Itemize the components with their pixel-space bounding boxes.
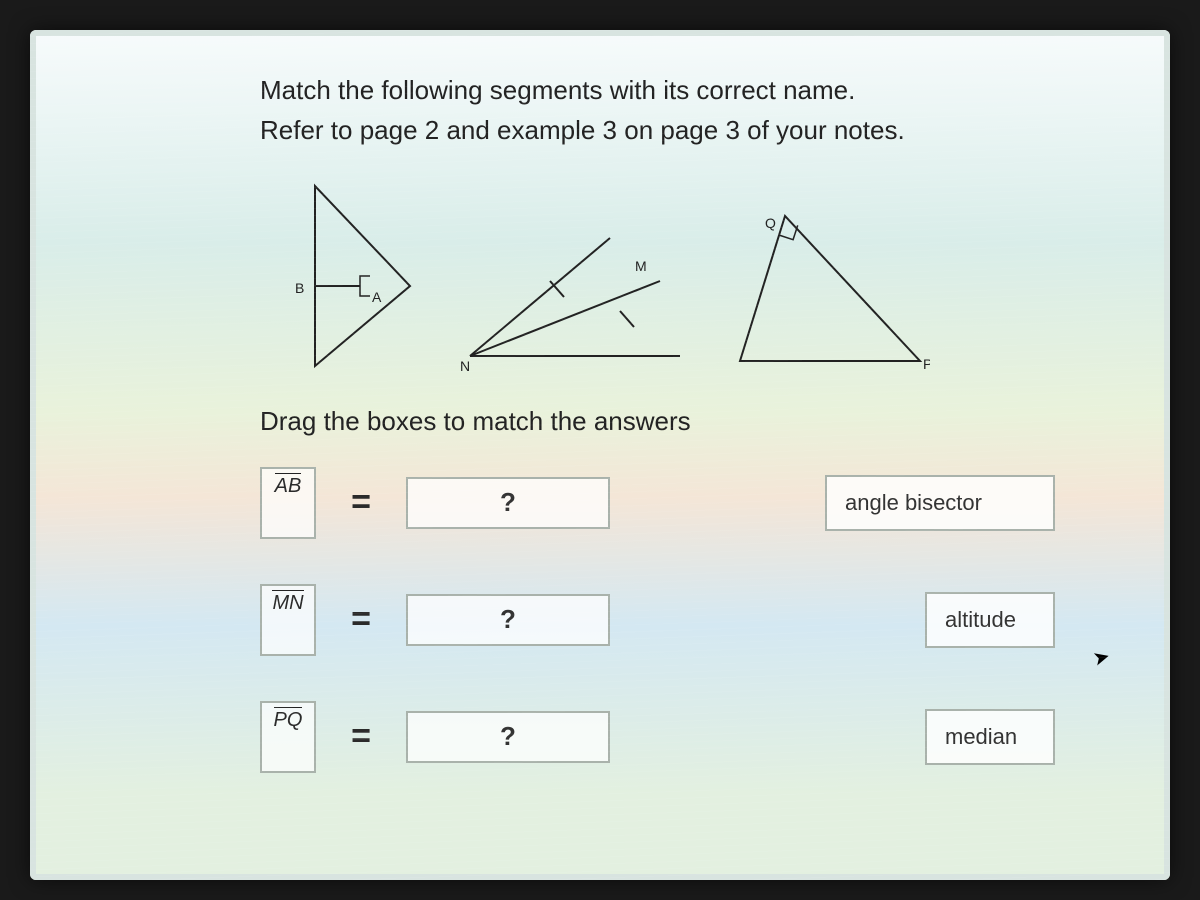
label-N: N [460, 358, 470, 374]
cursor-icon: ➤ [1090, 643, 1113, 671]
equals-sign: = [346, 600, 376, 639]
answer-angle-bisector[interactable]: angle bisector [825, 475, 1055, 531]
instruction-line-1: Match the following segments with its co… [260, 75, 855, 105]
answer-median[interactable]: median [925, 709, 1055, 765]
segment-box-PQ[interactable]: PQ [260, 701, 316, 773]
match-row-PQ: PQ = ? median [260, 701, 1055, 773]
segment-box-AB[interactable]: AB [260, 467, 316, 539]
label-A: A [372, 289, 382, 305]
label-P: P [923, 356, 930, 372]
drop-slot-AB[interactable]: ? [406, 477, 610, 529]
worksheet-screen: Match the following segments with its co… [30, 30, 1170, 880]
segment-label: PQ [274, 709, 303, 732]
label-M: M [635, 258, 647, 274]
match-row-MN: MN = ? altitude [260, 584, 1055, 656]
instruction-line-2: Refer to page 2 and example 3 on page 3 … [260, 115, 905, 145]
triangle-2: N M [460, 226, 690, 376]
segment-label: AB [275, 475, 302, 498]
matching-rows: AB = ? angle bisector MN = ? altitude PQ… [260, 467, 1055, 773]
match-row-AB: AB = ? angle bisector [260, 467, 1055, 539]
segment-label: MN [272, 592, 303, 615]
photo-frame: Match the following segments with its co… [0, 0, 1200, 900]
drag-instruction: Drag the boxes to match the answers [260, 406, 1115, 437]
segment-box-MN[interactable]: MN [260, 584, 316, 656]
triangle-3: Q P [730, 206, 930, 376]
triangle-1: B A [260, 176, 420, 376]
label-B: B [295, 280, 304, 296]
answer-altitude[interactable]: altitude [925, 592, 1055, 648]
drop-slot-PQ[interactable]: ? [406, 711, 610, 763]
triangle-figures: B A N M [260, 176, 1115, 376]
equals-sign: = [346, 717, 376, 756]
drop-slot-MN[interactable]: ? [406, 594, 610, 646]
label-Q: Q [765, 215, 776, 231]
instruction-text: Match the following segments with its co… [260, 70, 1115, 151]
equals-sign: = [346, 483, 376, 522]
